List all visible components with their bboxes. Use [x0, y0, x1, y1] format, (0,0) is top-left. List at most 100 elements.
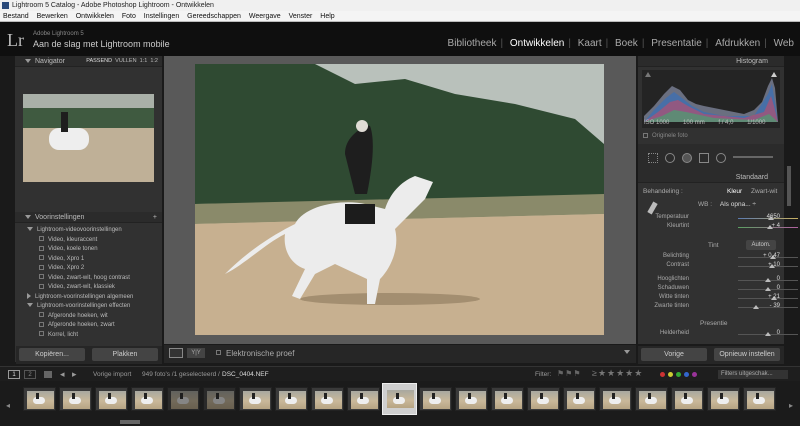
preset-group[interactable]: Lightroom-voorinstellingen effecten — [27, 302, 161, 312]
zoom-fill[interactable]: VULLEN — [115, 58, 136, 64]
menu-item-bewerken[interactable]: Bewerken — [37, 13, 68, 20]
blue-label-filter[interactable] — [684, 372, 689, 377]
clarity-slider[interactable]: Helderheid 0 — [638, 330, 798, 339]
filmstrip-thumbnail[interactable] — [167, 387, 200, 411]
histogram-area[interactable]: ISO 1000 100 mm f / 4,0 1/1000 — [642, 70, 780, 128]
module-bibliotheek[interactable]: Bibliotheek — [448, 38, 497, 49]
slider-value[interactable]: + 10 — [768, 262, 780, 268]
module-presentatie[interactable]: Presentatie — [651, 38, 702, 49]
previous-button[interactable]: Vorige — [641, 348, 707, 361]
filmstrip-thumbnail[interactable] — [743, 387, 776, 411]
slider-value[interactable]: + 4 — [771, 223, 780, 229]
histogram-header[interactable]: Histogram — [638, 56, 784, 67]
filmstrip-thumbnail[interactable] — [455, 387, 488, 411]
filmstrip-thumbnail[interactable] — [491, 387, 524, 411]
menu-item-help[interactable]: Help — [320, 13, 334, 20]
filmstrip-thumbnail[interactable] — [23, 387, 56, 411]
menu-item-venster[interactable]: Venster — [289, 13, 313, 20]
forward-arrow-icon[interactable]: ▸ — [72, 369, 77, 380]
filmstrip-thumbnail[interactable] — [59, 387, 92, 411]
preset-item[interactable]: Video, kleuraccent — [27, 236, 161, 246]
filmstrip-thumbnail[interactable] — [131, 387, 164, 411]
preset-item[interactable]: Korrel, licht — [27, 331, 161, 341]
preset-item[interactable]: Video, koele tonen — [27, 245, 161, 255]
module-afdrukken[interactable]: Afdrukken — [715, 38, 760, 49]
slider-knob[interactable] — [765, 278, 771, 282]
treatment-color[interactable]: Kleur — [727, 188, 742, 195]
red-eye-icon[interactable] — [682, 153, 692, 163]
slider-value[interactable]: + 0,47 — [763, 253, 780, 259]
presets-header[interactable]: Voorinstellingen + — [15, 212, 162, 223]
filmstrip-scrollbar[interactable] — [120, 420, 140, 424]
wb-select[interactable]: Als opna... ÷ — [720, 201, 756, 208]
filmstrip-thumbnail[interactable] — [419, 387, 452, 411]
filmstrip-thumbnail[interactable] — [95, 387, 128, 411]
filmstrip-thumbnail-selected[interactable] — [382, 383, 417, 415]
right-panel-scrollbar[interactable] — [787, 166, 791, 206]
preset-group[interactable]: Lightroom-videovoorinstellingen — [27, 226, 161, 236]
filmstrip-thumbnail[interactable] — [527, 387, 560, 411]
module-kaart[interactable]: Kaart — [578, 38, 602, 49]
navigator-header[interactable]: Navigator PASSEND VULLEN 1:1 1:2 — [15, 56, 162, 67]
original-photo-checkbox[interactable] — [643, 133, 648, 138]
image-canvas[interactable] — [164, 56, 636, 344]
preset-item[interactable]: Video, Xpro 2 — [27, 264, 161, 274]
preset-item[interactable]: Video, zwart-wit, hoog contrast — [27, 274, 161, 284]
filmstrip-left-arrow-icon[interactable]: ◂ — [6, 401, 10, 410]
loupe-view-icon[interactable] — [169, 348, 183, 358]
blacks-slider[interactable]: Zwarte tinten - 39 — [638, 303, 798, 312]
source-label[interactable]: Vorige import — [93, 371, 131, 378]
slider-value[interactable]: - 39 — [770, 303, 780, 309]
paste-button[interactable]: Plakken — [92, 348, 158, 361]
filmstrip-right-arrow-icon[interactable]: ▸ — [789, 401, 793, 410]
yellow-label-filter[interactable] — [668, 372, 673, 377]
menu-item-foto[interactable]: Foto — [122, 13, 136, 20]
filmstrip-thumbnail[interactable] — [239, 387, 272, 411]
slider-value[interactable]: 0 — [777, 276, 780, 282]
copy-button[interactable]: Kopiëren... — [19, 348, 85, 361]
toolbar-menu-icon[interactable] — [624, 350, 630, 354]
basic-header[interactable]: Standaard — [638, 172, 784, 183]
slider-knob[interactable] — [765, 287, 771, 291]
slider-knob[interactable] — [753, 305, 759, 309]
shadows-slider[interactable]: Schaduwen 0 — [638, 285, 798, 294]
zoom-fit[interactable]: PASSEND — [86, 58, 112, 64]
green-label-filter[interactable] — [676, 372, 681, 377]
brush-slider-icon[interactable] — [733, 156, 773, 158]
reset-button[interactable]: Opnieuw instellen — [714, 348, 780, 361]
treatment-bw[interactable]: Zwart-wit — [751, 188, 777, 195]
auto-tone-button[interactable]: Autom. — [746, 240, 776, 250]
module-ontwikkelen[interactable]: Ontwikkelen — [510, 38, 564, 49]
preset-group[interactable]: Lightroom-voorinstellingen algemeen — [27, 292, 161, 303]
soft-proof-checkbox[interactable] — [216, 350, 221, 355]
mobile-tagline[interactable]: Aan de slag met Lightroom mobile — [33, 39, 170, 49]
slider-value[interactable]: 0 — [777, 285, 780, 291]
before-after-button[interactable]: Y|Y — [187, 348, 205, 358]
flag-filter-icons[interactable]: ⚑⚑⚑ — [557, 369, 582, 378]
filmstrip-thumbnail[interactable] — [203, 387, 236, 411]
menu-item-ontwikkelen[interactable]: Ontwikkelen — [76, 13, 114, 20]
spot-removal-icon[interactable] — [665, 153, 675, 163]
crop-tool-icon[interactable] — [648, 153, 658, 163]
filter-preset-select[interactable]: Filters uitgeschak... — [718, 370, 788, 379]
filename[interactable]: DSC_0404.NEF — [222, 371, 269, 378]
menu-item-instellingen[interactable]: Instellingen — [144, 13, 179, 20]
back-arrow-icon[interactable]: ◂ — [60, 369, 65, 380]
filmstrip-thumbnail[interactable] — [599, 387, 632, 411]
star-rating-filter[interactable]: ≥★★★★★ — [592, 368, 643, 379]
contrast-slider[interactable]: Contrast + 10 — [638, 262, 798, 271]
preset-item[interactable]: Afgeronde hoeken, zwart — [27, 321, 161, 331]
navigator-preview[interactable] — [23, 94, 154, 182]
window-1-button[interactable]: 1 — [8, 370, 20, 379]
preset-item[interactable]: Afgeronde hoeken, wit — [27, 312, 161, 322]
filmstrip-thumbnail[interactable] — [635, 387, 668, 411]
grid-view-icon[interactable] — [44, 371, 52, 378]
menu-item-weergave[interactable]: Weergave — [249, 13, 281, 20]
filmstrip-thumbnail[interactable] — [347, 387, 380, 411]
filmstrip-thumbnail[interactable] — [671, 387, 704, 411]
filmstrip-thumbnail[interactable] — [275, 387, 308, 411]
whites-slider[interactable]: Witte tinten + 21 — [638, 294, 798, 303]
radial-filter-icon[interactable] — [716, 153, 726, 163]
menu-item-gereedschappen[interactable]: Gereedschappen — [187, 13, 241, 20]
temperature-slider[interactable]: Temperatuur 4650 — [638, 214, 798, 223]
